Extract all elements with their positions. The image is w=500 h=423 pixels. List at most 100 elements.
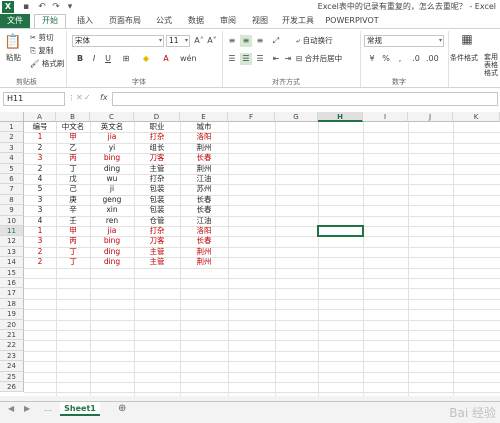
column-header-i[interactable]: I	[363, 112, 408, 122]
cell-e4[interactable]: 长春	[180, 153, 228, 163]
cell-e8[interactable]: 长春	[180, 195, 228, 205]
phonetic-icon[interactable]: wén	[180, 53, 197, 65]
row-header-2[interactable]: 2	[0, 132, 24, 143]
cell-d12[interactable]: 刀客	[134, 236, 180, 246]
cell-a9[interactable]: 3	[24, 205, 56, 215]
wrap-text-button[interactable]: ⤶ 自动换行	[296, 36, 333, 46]
row-header-19[interactable]: 19	[0, 309, 24, 320]
orientation-icon[interactable]: ⤢	[270, 35, 282, 47]
copy-button[interactable]: ⎘ 复制	[30, 46, 53, 56]
row-header-21[interactable]: 21	[0, 330, 24, 341]
cell-e9[interactable]: 长春	[180, 205, 228, 215]
cell-c10[interactable]: ren	[90, 216, 134, 226]
formula-input[interactable]	[112, 92, 498, 106]
cell-a7[interactable]: 5	[24, 184, 56, 194]
cell-e5[interactable]: 荆州	[180, 164, 228, 174]
enter-icon[interactable]: ✓	[84, 93, 91, 102]
row-header-16[interactable]: 16	[0, 278, 24, 289]
cell-e1[interactable]: 城市	[180, 122, 228, 132]
cut-button[interactable]: ✂ 剪切	[30, 33, 54, 43]
cell-a10[interactable]: 4	[24, 216, 56, 226]
row-header-4[interactable]: 4	[0, 153, 24, 164]
row-header-13[interactable]: 13	[0, 246, 24, 258]
row-header-23[interactable]: 23	[0, 350, 24, 362]
row-header-15[interactable]: 15	[0, 267, 24, 278]
save-icon[interactable]: ▪	[20, 1, 32, 13]
row-header-22[interactable]: 22	[0, 340, 24, 351]
cell-e11[interactable]: 洛阳	[180, 226, 228, 236]
row-header-1[interactable]: 1	[0, 122, 24, 133]
align-middle-icon[interactable]: ≡	[240, 35, 252, 47]
paste-icon[interactable]: 📋	[4, 33, 22, 51]
decrease-font-icon[interactable]: A˅	[206, 35, 218, 47]
cell-d10[interactable]: 仓管	[134, 216, 180, 226]
cell-c6[interactable]: wu	[90, 174, 134, 184]
cell-e13[interactable]: 荆州	[180, 247, 228, 257]
cell-c8[interactable]: geng	[90, 195, 134, 205]
row-header-10[interactable]: 10	[0, 215, 24, 226]
bold-icon[interactable]: B	[74, 53, 86, 65]
cell-a3[interactable]: 2	[24, 143, 56, 153]
row-header-8[interactable]: 8	[0, 194, 24, 206]
tab-formulas[interactable]: 公式	[150, 14, 178, 28]
cell-b6[interactable]: 戊	[56, 174, 90, 184]
align-bottom-icon[interactable]: ≡	[254, 35, 266, 47]
row-header-3[interactable]: 3	[0, 142, 24, 154]
cell-a8[interactable]: 3	[24, 195, 56, 205]
row-header-25[interactable]: 25	[0, 371, 24, 382]
cell-c13[interactable]: ding	[90, 247, 134, 257]
row-header-7[interactable]: 7	[0, 184, 24, 195]
cell-d4[interactable]: 刀客	[134, 153, 180, 163]
column-header-e[interactable]: E	[180, 112, 228, 122]
tab-page-layout[interactable]: 页面布局	[104, 14, 146, 28]
conditional-format-icon[interactable]: ▦	[458, 33, 476, 49]
cell-a14[interactable]: 2	[24, 257, 56, 267]
cell-b14[interactable]: 丁	[56, 257, 90, 267]
cancel-icon[interactable]: ✕	[76, 93, 83, 102]
cell-b7[interactable]: 己	[56, 184, 90, 194]
font-color-icon[interactable]: A	[160, 53, 172, 65]
increase-decimal-icon[interactable]: .0	[410, 53, 422, 65]
column-header-d[interactable]: D	[134, 112, 180, 122]
percent-icon[interactable]: %	[380, 53, 392, 65]
tab-insert[interactable]: 插入	[70, 14, 100, 28]
cell-a4[interactable]: 3	[24, 153, 56, 163]
column-header-h[interactable]: H	[318, 112, 363, 122]
select-all-corner[interactable]	[0, 112, 24, 122]
cell-d7[interactable]: 包装	[134, 184, 180, 194]
cell-b2[interactable]: 甲	[56, 132, 90, 142]
align-left-icon[interactable]: ☰	[226, 53, 238, 65]
row-header-18[interactable]: 18	[0, 298, 24, 310]
cell-a2[interactable]: 1	[24, 132, 56, 142]
tab-home[interactable]: 开始	[34, 14, 66, 28]
row-header-9[interactable]: 9	[0, 205, 24, 216]
cell-e7[interactable]: 苏州	[180, 184, 228, 194]
column-header-j[interactable]: J	[408, 112, 453, 122]
row-header-14[interactable]: 14	[0, 257, 24, 268]
cell-d1[interactable]: 职业	[134, 122, 180, 132]
cell-d8[interactable]: 包装	[134, 195, 180, 205]
cell-e6[interactable]: 江油	[180, 174, 228, 184]
row-header-12[interactable]: 12	[0, 236, 24, 247]
row-header-24[interactable]: 24	[0, 361, 24, 372]
cell-a1[interactable]: 编号	[24, 122, 56, 132]
cell-c1[interactable]: 英文名	[90, 122, 134, 132]
cell-e10[interactable]: 江油	[180, 216, 228, 226]
add-sheet-icon[interactable]: ⊕	[118, 403, 126, 414]
column-header-c[interactable]: C	[90, 112, 134, 122]
column-header-a[interactable]: A	[24, 112, 56, 122]
customize-icon[interactable]: ▾	[64, 1, 76, 13]
align-top-icon[interactable]: ≡	[226, 35, 238, 47]
tab-review[interactable]: 审阅	[214, 14, 242, 28]
cell-b5[interactable]: 丁	[56, 164, 90, 174]
tab-powerpivot[interactable]: POWERPIVOT	[324, 14, 380, 28]
cell-c4[interactable]: bing	[90, 153, 134, 163]
cell-a13[interactable]: 2	[24, 247, 56, 257]
cell-d6[interactable]: 打杂	[134, 174, 180, 184]
cell-b11[interactable]: 甲	[56, 226, 90, 236]
column-header-b[interactable]: B	[56, 112, 90, 122]
cell-d14[interactable]: 主管	[134, 257, 180, 267]
row-header-17[interactable]: 17	[0, 288, 24, 299]
increase-indent-icon[interactable]: ⇥	[282, 53, 294, 65]
cell-b10[interactable]: 壬	[56, 216, 90, 226]
